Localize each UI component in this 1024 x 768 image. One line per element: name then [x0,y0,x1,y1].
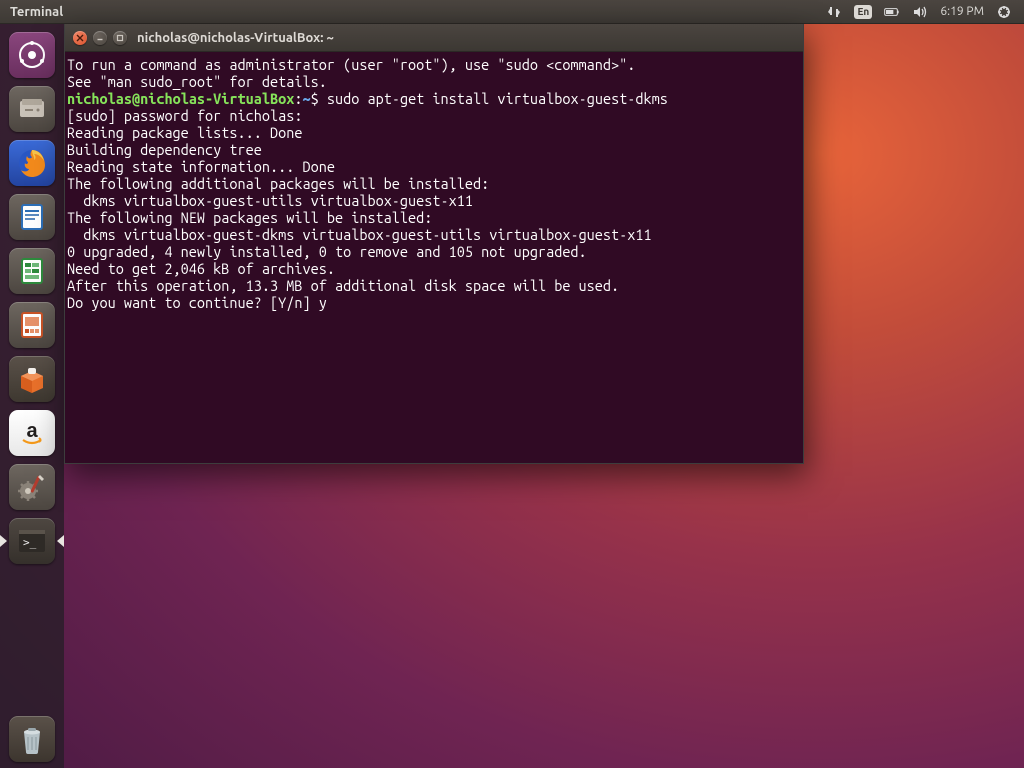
launcher-writer[interactable] [7,192,57,242]
svg-text:a: a [26,420,38,442]
terminal-window: nicholas@nicholas-VirtualBox: ~ To run a… [64,24,804,464]
launcher-firefox[interactable] [7,138,57,188]
launcher-amazon[interactable]: a [7,408,57,458]
launcher-software[interactable] [7,354,57,404]
network-indicator[interactable] [820,0,848,23]
terminal-line: [sudo] password for nicholas: [67,107,801,124]
terminal-line: Do you want to continue? [Y/n] y [67,294,801,311]
amazon-icon: a [9,410,55,456]
launcher-files[interactable] [7,84,57,134]
launcher-trash[interactable] [7,718,57,768]
terminal-titlebar[interactable]: nicholas@nicholas-VirtualBox: ~ [65,24,803,52]
launcher-impress[interactable] [7,300,57,350]
launcher-terminal[interactable]: >_ [7,516,57,566]
launcher-calc[interactable] [7,246,57,296]
terminal-line: The following additional packages will b… [67,175,801,192]
terminal-line: After this operation, 13.3 MB of additio… [67,277,801,294]
clock[interactable]: 6:19 PM [934,5,990,18]
keyboard-indicator[interactable]: En [848,0,878,23]
terminal-body[interactable]: To run a command as administrator (user … [65,52,803,463]
writer-icon [9,194,55,240]
terminal-line: Building dependency tree [67,141,801,158]
terminal-line: nicholas@nicholas-VirtualBox:~$ sudo apt… [67,90,801,107]
battery-indicator[interactable] [878,0,906,23]
trash-icon [9,716,55,762]
menubar-app-label: Terminal [0,5,63,19]
files-icon [9,86,55,132]
launcher: a >_ [0,24,64,768]
terminal-line: 0 upgraded, 4 newly installed, 0 to remo… [67,243,801,260]
terminal-line: Need to get 2,046 kB of archives. [67,260,801,277]
firefox-icon [9,140,55,186]
terminal-line: The following NEW packages will be insta… [67,209,801,226]
window-close-button[interactable] [73,31,87,45]
terminal-line: Reading package lists... Done [67,124,801,141]
terminal-line: Reading state information... Done [67,158,801,175]
session-indicator[interactable] [990,0,1018,23]
impress-icon [9,302,55,348]
svg-text:>_: >_ [23,536,37,549]
launcher-dash[interactable] [7,30,57,80]
calc-icon [9,248,55,294]
launcher-settings[interactable] [7,462,57,512]
window-minimize-button[interactable] [93,31,107,45]
window-maximize-button[interactable] [113,31,127,45]
terminal-title: nicholas@nicholas-VirtualBox: ~ [137,31,334,45]
software-icon [9,356,55,402]
dash-icon [9,32,55,78]
launcher-active-indicator-icon [0,535,7,547]
terminal-line: See "man sudo_root" for details. [67,73,801,90]
lang-badge: En [854,5,872,19]
launcher-focus-indicator-icon [57,535,64,547]
terminal-line: To run a command as administrator (user … [67,56,801,73]
volume-indicator[interactable] [906,0,934,23]
terminal-line: dkms virtualbox-guest-utils virtualbox-g… [67,192,801,209]
settings-icon [9,464,55,510]
top-menubar: Terminal En 6:19 PM [0,0,1024,24]
terminal-line: dkms virtualbox-guest-dkms virtualbox-gu… [67,226,801,243]
terminal-icon: >_ [9,518,55,564]
